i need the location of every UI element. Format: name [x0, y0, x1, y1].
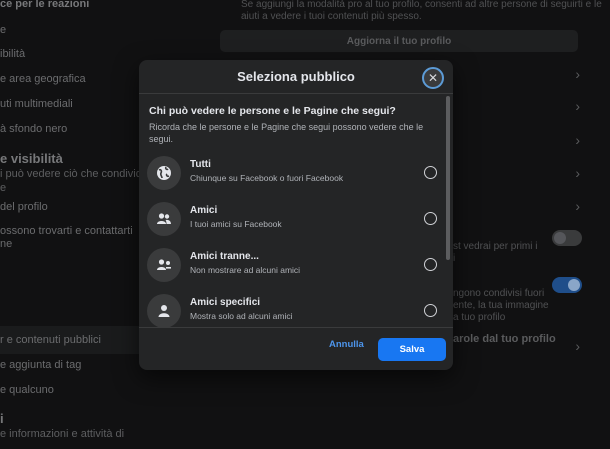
option-label: Amici specifici [190, 297, 261, 308]
option-description: I tuoi amici su Facebook [190, 219, 282, 229]
sidebar-item[interactable]: uti multimediali [0, 98, 73, 110]
option-label: Amici [190, 205, 218, 216]
sidebar-item[interactable]: e qualcuno [0, 384, 54, 396]
audience-option-friends-except[interactable]: Amici tranne... Non mostrare ad alcuni a… [147, 245, 437, 285]
option-description: Mostra solo ad alcuni amici [190, 311, 293, 321]
option-radio[interactable] [424, 212, 437, 225]
sidebar-item[interactable]: à sfondo nero [0, 123, 67, 135]
sidebar-section-title: e visibilità [0, 151, 63, 166]
sidebar-item[interactable]: i può vedere ciò che condividi [0, 168, 144, 180]
chevron-right-icon[interactable]: › [575, 198, 580, 214]
friends-icon [147, 202, 181, 236]
toggle-off[interactable] [552, 230, 582, 246]
audience-option-specific-friends[interactable]: Amici specifici Mostra solo ad alcuni am… [147, 291, 437, 327]
sidebar-item[interactable]: e [0, 182, 6, 194]
intro-text: aiuti a vedere i tuoi contenuti più spes… [241, 11, 422, 22]
settings-sidebar: ce per le reazioni e ibilità e area geog… [0, 0, 144, 449]
option-label: Amici tranne... [190, 251, 259, 262]
dialog-header: Seleziona pubblico ✕ [139, 60, 453, 94]
audience-description: Ricorda che le persone e le Pagine che s… [149, 122, 424, 144]
option-description: Chiunque su Facebook o fuori Facebook [190, 173, 344, 183]
chevron-right-icon[interactable]: › [575, 132, 580, 148]
setting-text: i [453, 253, 456, 264]
chevron-right-icon[interactable]: › [575, 66, 580, 82]
update-profile-button[interactable]: Aggiorna il tuo profilo [220, 30, 578, 52]
dialog-body: Chi può vedere le persone e le Pagine ch… [139, 95, 453, 327]
select-audience-dialog: Seleziona pubblico ✕ Chi può vedere le p… [139, 60, 453, 370]
option-label: Tutti [190, 159, 211, 170]
cancel-button[interactable]: Annulla [329, 339, 364, 350]
sidebar-item[interactable]: ce per le reazioni [0, 0, 89, 10]
chevron-right-icon[interactable]: › [575, 165, 580, 181]
setting-text: st vedrai per primi i [453, 241, 538, 252]
save-button[interactable]: Salva [378, 338, 446, 361]
setting-text: ente, la tua immagine [453, 300, 549, 311]
audience-option-public[interactable]: Tutti Chiunque su Facebook o fuori Faceb… [147, 153, 437, 193]
person-icon [147, 294, 181, 327]
sidebar-item[interactable]: r e contenuti pubblici [0, 334, 101, 346]
chevron-right-icon[interactable]: › [575, 98, 580, 114]
sidebar-item[interactable]: e [0, 24, 6, 36]
sidebar-item[interactable]: ossono trovarti e contattarti [0, 225, 133, 237]
close-icon: ✕ [427, 71, 439, 85]
setting-text: ngono condivisi fuori [453, 288, 545, 299]
sidebar-item[interactable]: ne [0, 238, 12, 250]
setting-text: a tuo profilo [453, 312, 506, 323]
option-description: Non mostrare ad alcuni amici [190, 265, 301, 275]
option-radio[interactable] [424, 166, 437, 179]
chevron-right-icon[interactable]: › [575, 338, 580, 354]
sidebar-item[interactable]: ibilità [0, 48, 25, 60]
audience-option-friends[interactable]: Amici I tuoi amici su Facebook [147, 199, 437, 239]
sidebar-item[interactable]: del profilo [0, 201, 48, 213]
sidebar-section-title: i [0, 411, 4, 426]
close-button[interactable]: ✕ [422, 67, 444, 89]
audience-question: Chi può vedere le persone e le Pagine ch… [149, 105, 396, 117]
intro-text: Se aggiungi la modalità pro al tuo profi… [241, 0, 602, 10]
sidebar-item[interactable]: e aggiunta di tag [0, 359, 81, 371]
sidebar-item[interactable]: e informazioni e attività di [0, 428, 124, 440]
friends-except-icon [147, 248, 181, 282]
sidebar-item[interactable]: e area geografica [0, 73, 86, 85]
toggle-on[interactable] [552, 277, 582, 293]
globe-icon [147, 156, 181, 190]
option-radio[interactable] [424, 304, 437, 317]
dialog-title: Seleziona pubblico [237, 69, 355, 84]
setting-title: arole dal tuo profilo [453, 333, 556, 345]
option-radio[interactable] [424, 258, 437, 271]
dialog-scrollbar[interactable] [446, 96, 450, 260]
dialog-footer: Annulla Salva [139, 327, 453, 370]
